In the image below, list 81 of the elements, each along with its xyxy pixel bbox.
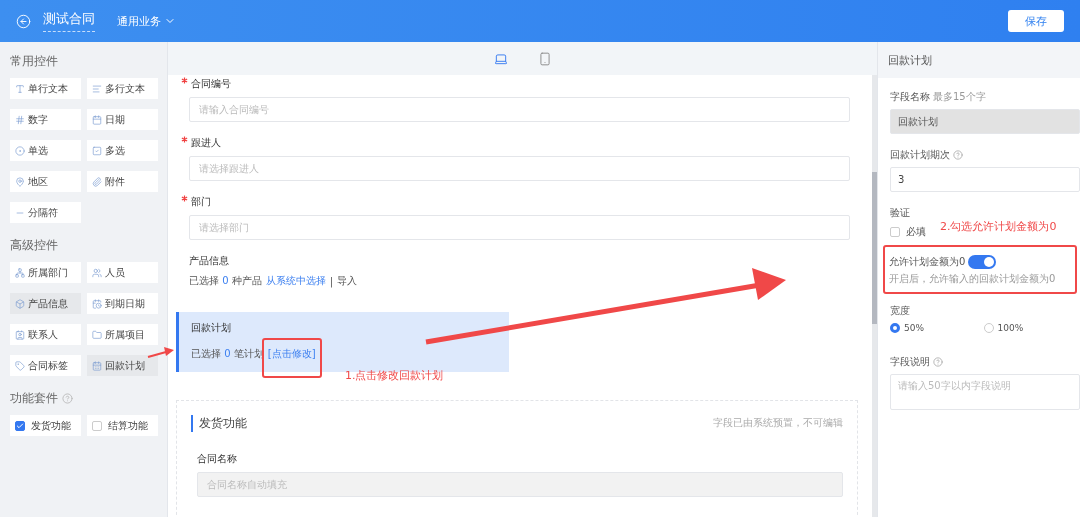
control-item[interactable]: 联系人 — [10, 324, 81, 345]
control-item[interactable]: 单选 — [10, 140, 81, 161]
control-icon — [92, 298, 102, 309]
toggle-switch[interactable] — [968, 255, 997, 269]
separator: | — [329, 275, 334, 287]
control-icon — [92, 267, 102, 278]
control-item[interactable]: 单行文本 — [10, 78, 81, 99]
periods-field[interactable]: 3 — [890, 167, 1080, 192]
control-item[interactable]: 日期 — [87, 109, 158, 130]
field-label: 字段名称 — [890, 90, 930, 104]
control-item[interactable]: 数字 — [10, 109, 81, 130]
input-field[interactable]: 请选择部门 — [189, 215, 850, 240]
suite-item[interactable]: 结算功能 — [87, 415, 158, 436]
control-item[interactable]: 所属部门 — [10, 262, 81, 283]
control-icon — [15, 298, 25, 309]
field-label: 字段说明 — [890, 355, 930, 369]
control-icon — [92, 360, 102, 371]
import-link[interactable]: 导入 — [337, 274, 358, 288]
phone-icon[interactable] — [537, 51, 552, 66]
field-label: 合同名称 — [197, 452, 237, 466]
control-item[interactable]: 产品信息 — [10, 293, 81, 314]
field-label: 宽度 — [890, 304, 910, 318]
field-hint: 最多15个字 — [933, 90, 986, 104]
control-icon — [15, 267, 25, 278]
back-icon[interactable] — [16, 13, 31, 29]
panel-title: 回款计划 — [888, 52, 932, 68]
control-item[interactable]: 多选 — [87, 140, 158, 161]
laptop-icon[interactable] — [493, 51, 508, 66]
help-icon[interactable] — [933, 357, 943, 367]
field-label: 产品信息 — [189, 254, 229, 268]
group-title: 功能套件 — [10, 390, 58, 407]
field-label: 回款计划期次 — [890, 148, 950, 162]
suite-item[interactable]: 发货功能 — [10, 415, 81, 436]
input-field[interactable]: 请输入合同编号 — [189, 97, 850, 122]
control-item[interactable]: 附件 — [87, 171, 158, 192]
width-option[interactable]: 100% — [983, 323, 1077, 333]
section-title: 发货功能 — [191, 415, 247, 432]
description-field[interactable]: 请输入50字以内字段说明 — [890, 374, 1080, 410]
checkbox-label: 必填 — [905, 225, 927, 239]
save-button[interactable]: 保存 — [1008, 10, 1064, 32]
control-item[interactable]: 多行文本 — [87, 78, 158, 99]
control-icon — [92, 176, 102, 187]
group-title: 高级控件 — [10, 237, 58, 254]
checkbox[interactable] — [92, 420, 102, 431]
group-title: 常用控件 — [10, 53, 58, 70]
control-icon — [92, 114, 102, 125]
field-label: 跟进人 — [191, 136, 221, 150]
control-item[interactable]: 地区 — [10, 171, 81, 192]
field-label: 合同编号 — [191, 77, 231, 91]
toggle-label: 允许计划金额为0 — [889, 255, 966, 269]
control-icon — [15, 360, 25, 371]
select-link[interactable]: 从系统中选择 — [265, 274, 326, 288]
control-item[interactable]: 到期日期 — [87, 293, 158, 314]
control-icon — [15, 176, 25, 187]
help-icon[interactable] — [953, 150, 963, 160]
field-label: 回款计划 — [191, 321, 231, 335]
highlight-frame — [262, 338, 322, 378]
width-option[interactable]: 50% — [890, 323, 984, 333]
control-icon — [92, 329, 102, 340]
control-item[interactable]: 所属项目 — [87, 324, 158, 345]
help-icon[interactable] — [62, 393, 73, 404]
product-count: 已选择 0 种产品 — [189, 274, 262, 288]
control-icon — [15, 145, 25, 156]
scrollbar-thumb[interactable] — [872, 172, 877, 324]
control-item[interactable]: 回款计划 — [87, 355, 158, 376]
control-icon — [15, 83, 25, 94]
control-icon — [15, 329, 25, 340]
control-icon — [92, 145, 102, 156]
checkbox[interactable] — [15, 420, 25, 431]
control-icon — [92, 83, 102, 94]
checkbox[interactable] — [890, 227, 900, 237]
section-note: 字段已由系统预置，不可编辑 — [713, 417, 843, 430]
field-label: 验证 — [890, 206, 910, 220]
arrow — [147, 347, 174, 358]
control-item[interactable]: 合同标签 — [10, 355, 81, 376]
control-icon — [15, 114, 25, 125]
control-item[interactable]: 人员 — [87, 262, 158, 283]
control-item[interactable]: 分隔符 — [10, 202, 81, 223]
toggle-hint: 开启后，允许输入的回款计划金额为0 — [889, 272, 1057, 286]
annotation: 2.勾选允许计划金额为0 — [940, 219, 1057, 234]
field-label: 部门 — [191, 195, 211, 209]
